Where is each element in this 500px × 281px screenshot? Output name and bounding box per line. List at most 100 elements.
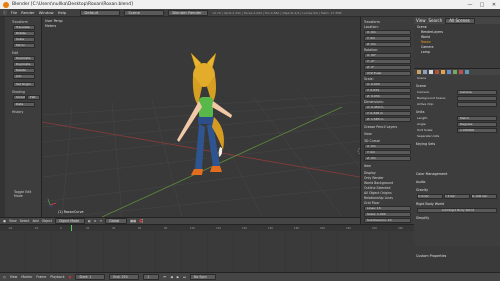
custom-properties-panel-title[interactable]: Custom Properties [416,254,498,259]
scale-z-field[interactable]: Z: 0.034 [364,94,411,99]
operator-panel-title[interactable]: Toggle Edit Mode [14,190,41,198]
dimensions-x-field[interactable]: X: 0.459 m [364,105,411,110]
grid-subdivisions-field[interactable]: Subdivisions: 10 [364,218,411,223]
menu-help[interactable]: Help [58,10,67,15]
timeline[interactable]: -40 -20 0 20 40 60 80 100 120 140 160 180 200 220 240 2… [0,224,414,273]
layout-dropdown[interactable]: Default [80,9,121,16]
scene-panel-title[interactable]: Scene [416,84,498,89]
world-background-checkbox[interactable]: World Background [364,181,411,185]
select-menu[interactable]: Select [20,219,30,223]
cursor-x-field[interactable]: X: 0m [364,144,411,149]
editor-type-icon[interactable]: ⓘ [3,10,7,16]
cursor-y-field[interactable]: Y: 0m [364,150,411,155]
texture-tab-icon[interactable] [465,70,469,74]
all-object-origins-checkbox[interactable]: All Object Origins [364,191,411,195]
location-y-field[interactable]: Y: 0m [364,36,411,41]
only-render-checkbox[interactable]: Only Render [364,176,411,180]
menu-render[interactable]: Render [21,10,35,15]
translate-button[interactable]: Translate [13,25,35,30]
background-scene-field[interactable] [457,96,497,101]
rotation-z-field[interactable]: Z: 0° [364,65,411,70]
outliner-display-mode-dropdown[interactable]: All Scenes [445,17,476,24]
minimize-button[interactable]: — [464,2,476,8]
relationship-lines-checkbox[interactable]: Relationship Lines [364,196,411,200]
timeline-playback-menu[interactable]: Playback [50,275,64,279]
manipulator-icon[interactable]: ↔ [99,219,102,223]
view-panel-title[interactable]: View [364,132,411,136]
timeline-editor-type-icon[interactable]: ◷ [3,275,6,279]
current-frame-field[interactable]: 1 [143,274,160,280]
mirror-button[interactable]: Mirror [13,43,35,48]
object-tab-icon[interactable] [441,70,445,74]
grid-lines-field[interactable]: Lines: 16 [364,206,411,211]
timeline-view-menu[interactable]: View [10,275,18,279]
3d-viewport[interactable]: User Persp Meters (1) RoxanCurve [42,17,360,217]
layers-icon[interactable]: ▦▦ [130,219,136,223]
scale-button[interactable]: Scale [13,37,35,42]
render-tab-icon[interactable] [417,70,421,74]
maximize-button[interactable]: □ [476,2,488,8]
flat-button[interactable]: Flat [27,95,40,100]
render-engine-dropdown[interactable]: Blender Render [168,9,209,16]
section-history[interactable]: History [12,110,41,114]
3d-cursor-panel-title[interactable]: 3D Cursor [364,139,411,143]
outline-selected-checkbox[interactable]: Outline Selected [364,186,411,190]
smooth-button[interactable]: Smooth [13,95,26,100]
color-management-panel-title[interactable]: Color Management [416,172,498,177]
rigid-body-world-panel-title[interactable]: Rigid Body World [416,202,498,207]
gravity-panel-title[interactable]: Gravity [416,188,498,193]
display-panel-title[interactable]: Display [364,171,411,175]
unit-scale-field[interactable]: 1.000000 [457,128,497,133]
jump-end-icon[interactable]: ⏭ [183,275,186,279]
separate-units-checkbox[interactable]: Separate Units [417,134,439,139]
menu-window[interactable]: Window [39,10,54,15]
grid-scale-field[interactable]: Scale: 1.000 [364,212,411,217]
data-tab-icon[interactable] [453,70,457,74]
add-rigid-body-world-button[interactable]: Add Rigid Body World [417,208,497,213]
rotation-mode-dropdown[interactable]: XYZ Euler [364,71,411,76]
grid-floor-label[interactable]: Grid Floor [364,201,411,205]
rotate-button[interactable]: Rotate [13,31,35,36]
set-origin-button[interactable]: Set Origin [13,82,35,87]
properties-tabs[interactable] [414,69,500,75]
outliner-search-menu[interactable]: Search [429,18,443,23]
data-transfer-button[interactable]: Data Transfer [13,102,35,107]
viewport-editor-type-icon[interactable]: ▣ [3,219,6,223]
scale-x-field[interactable]: X: 0.034 [364,82,411,87]
angle-unit-dropdown[interactable]: Degrees [457,122,497,127]
transform-panel-title[interactable]: Transform [364,20,411,24]
outliner-item-lamp[interactable]: Lamp [417,50,497,55]
view-menu[interactable]: View [9,219,17,223]
join-button[interactable]: Join [13,74,35,79]
scale-y-field[interactable]: Y: 0.034 [364,88,411,93]
object-menu[interactable]: Object [42,219,52,223]
timeline-frame-menu[interactable]: Frame [36,275,46,279]
active-clip-field[interactable] [457,102,497,107]
scene-tab-icon[interactable] [429,70,433,74]
render-layers-tab-icon[interactable] [423,70,427,74]
dimensions-z-field[interactable]: Z: 1.585 m [364,117,411,122]
delete-button[interactable]: Delete [13,68,35,73]
cursor-z-field[interactable]: Z: 0m [364,156,411,161]
jump-start-icon[interactable]: ⏮ [163,275,166,279]
material-tab-icon[interactable] [459,70,463,74]
grease-pencil-panel-title[interactable]: Grease Pencil Layers [364,125,411,129]
shading-icon[interactable]: ◐ [88,219,91,223]
play-icon[interactable]: ▶ [177,275,179,279]
location-z-field[interactable]: Z: 0m [364,42,411,47]
section-transform[interactable]: Transform [12,20,41,24]
start-frame-field[interactable]: Start: 1 [75,274,106,280]
duplicate-linked-button[interactable]: Duplicate Linked [13,62,35,67]
section-edit[interactable]: Edit [12,51,41,55]
rotation-y-field[interactable]: Y: -0° [364,59,411,64]
dimensions-y-field[interactable]: Y: 0.348 m [364,111,411,116]
outliner-view-menu[interactable]: View [416,18,426,23]
gravity-z-field[interactable]: Z: -9.81 m/s² [471,194,497,199]
item-panel-title[interactable]: Item [364,164,411,168]
location-x-field[interactable]: X: 0m [364,30,411,35]
record-icon[interactable]: ● [69,275,72,279]
audio-panel-title[interactable]: Audio [416,180,498,185]
world-tab-icon[interactable] [435,70,439,74]
length-unit-dropdown[interactable]: Metric [457,116,497,121]
end-frame-field[interactable]: End: 250 [109,274,140,280]
